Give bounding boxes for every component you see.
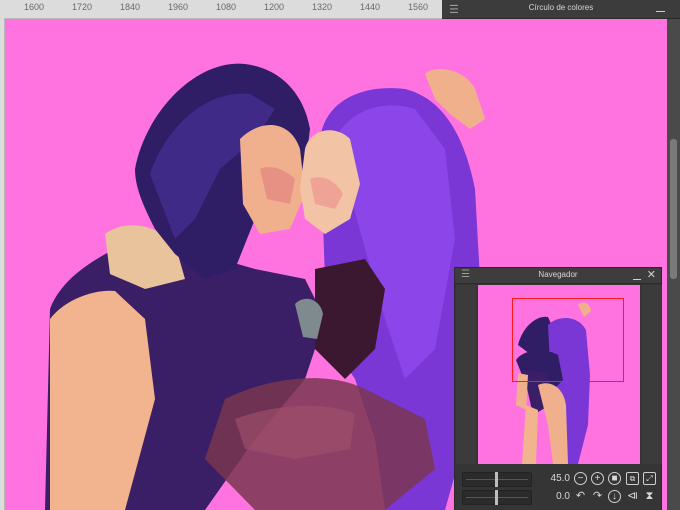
slider-knob[interactable] — [495, 490, 498, 505]
ruler-tick: 1440 — [360, 2, 381, 12]
minimize-icon[interactable] — [633, 272, 641, 280]
ruler-tick: 1560 — [408, 2, 429, 12]
color-circle-panel-header: ☰ Círculo de colores — [442, 0, 680, 19]
rotate-right-icon[interactable]: ↷ — [591, 490, 604, 503]
flip-horizontal-icon[interactable]: ⧏ — [626, 490, 639, 503]
ruler-tick: 1840 — [120, 2, 141, 12]
rotation-value[interactable]: 0.0 — [530, 491, 570, 502]
ruler-tick: 1320 — [312, 2, 333, 12]
vertical-scrollbar[interactable] — [667, 19, 680, 510]
slider-knob[interactable] — [495, 472, 498, 487]
viewport-frame[interactable] — [512, 298, 624, 382]
flip-vertical-icon[interactable]: ⧗ — [643, 490, 656, 503]
plus-circle-icon[interactable]: + — [591, 472, 604, 485]
scrollbar-thumb[interactable] — [670, 139, 677, 279]
fit-window-icon[interactable]: ⧉ — [626, 472, 639, 485]
navigator-preview[interactable] — [478, 285, 640, 464]
ruler-tick: 1080 — [216, 2, 237, 12]
panel-title: Círculo de colores — [528, 3, 594, 12]
ruler-tick: 1600 — [24, 2, 45, 12]
expand-icon[interactable]: ⤢ — [643, 472, 656, 485]
ruler-tick: 1200 — [264, 2, 285, 12]
minimize-icon[interactable] — [656, 3, 666, 13]
zoom-value[interactable]: 45.0 — [530, 473, 570, 484]
minus-circle-icon[interactable]: − — [574, 472, 587, 485]
stop-icon[interactable]: ■ — [608, 472, 621, 485]
zoom-slider[interactable] — [462, 472, 532, 487]
navigator-controls: 45.0 − + ■ ⧉ ⤢ 0.0 ↶ ↷ ↓ ⧏ ⧗ — [455, 466, 661, 510]
horizontal-ruler: 1600 1720 1840 1960 1080 1200 1320 1440 … — [0, 0, 442, 19]
close-icon[interactable]: ✕ — [647, 269, 656, 281]
ruler-tick: 1720 — [72, 2, 93, 12]
rotate-left-icon[interactable]: ↶ — [574, 490, 587, 503]
navigator-margin-right — [642, 285, 662, 464]
reset-rotation-icon[interactable]: ↓ — [608, 490, 621, 503]
rotation-slider[interactable] — [462, 490, 532, 505]
navigator-margin-left — [456, 285, 476, 464]
navigator-panel: ☰ Navegador ✕ 45.0 − + ■ ⧉ ⤢ 0.0 ↶ ↷ ↓ ⧏… — [454, 267, 662, 510]
navigator-header: ☰ Navegador ✕ — [455, 268, 661, 284]
navigator-title: Navegador — [538, 270, 578, 279]
ruler-tick: 1960 — [168, 2, 189, 12]
